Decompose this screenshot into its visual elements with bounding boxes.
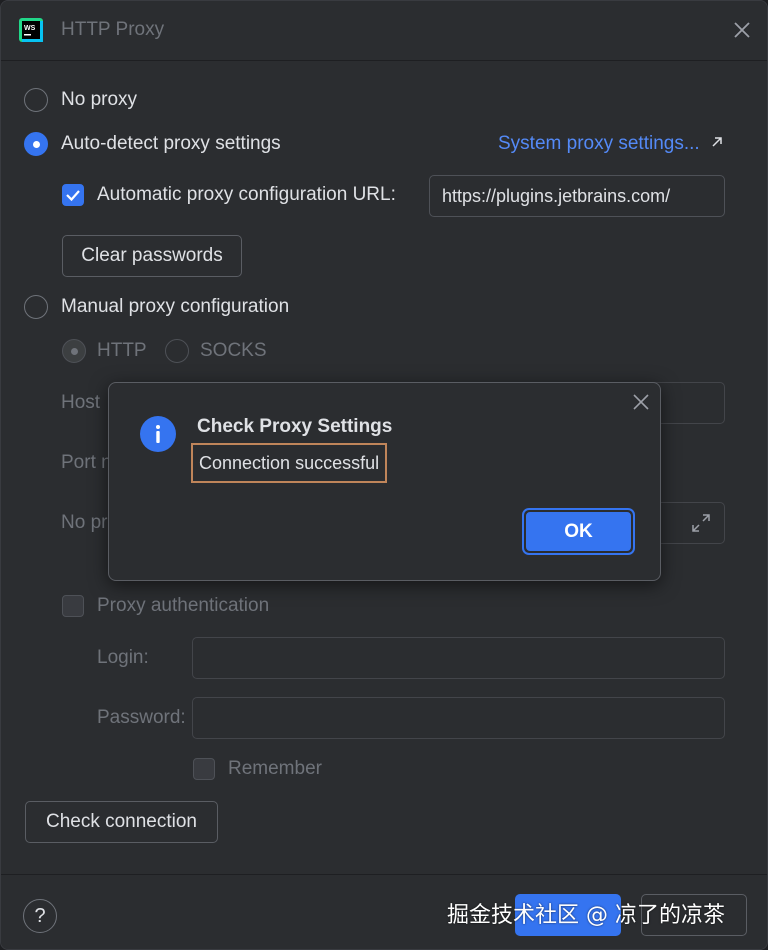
auto-config-label: Automatic proxy configuration URL: bbox=[97, 184, 396, 205]
ok-button-focus-ring: OK bbox=[522, 508, 635, 555]
close-icon[interactable] bbox=[631, 392, 651, 412]
port-label: Port n bbox=[61, 452, 112, 473]
no-proxy-label: No proxy bbox=[61, 89, 138, 110]
proxy-auth-option[interactable]: Proxy authentication bbox=[62, 595, 269, 617]
check-proxy-dialog: Check Proxy Settings Connection successf… bbox=[108, 382, 661, 581]
http-proxy-window: WS HTTP Proxy No proxy Auto-detect proxy… bbox=[0, 0, 768, 950]
remember-checkbox[interactable] bbox=[193, 758, 215, 780]
check-connection-button[interactable]: Check connection bbox=[25, 801, 218, 843]
dialog-footer: ? 掘金技术社区 @ 凉了的凉茶 bbox=[1, 874, 767, 949]
dialog-title: Check Proxy Settings bbox=[197, 416, 393, 437]
no-proxy-radio[interactable] bbox=[24, 88, 48, 112]
socks-label: SOCKS bbox=[200, 340, 267, 361]
watermark: 掘金技术社区 @ 凉了的凉茶 bbox=[447, 903, 725, 928]
manual-proxy-option[interactable]: Manual proxy configuration bbox=[24, 295, 289, 319]
checkmark-icon bbox=[65, 189, 80, 201]
proxy-auth-checkbox[interactable] bbox=[62, 595, 84, 617]
title-bar: WS HTTP Proxy bbox=[1, 1, 767, 61]
socks-radio[interactable] bbox=[165, 339, 189, 363]
system-proxy-link-label: System proxy settings... bbox=[498, 133, 700, 154]
password-label: Password: bbox=[97, 707, 186, 728]
no-proxy-option[interactable]: No proxy bbox=[24, 88, 137, 112]
manual-proxy-label: Manual proxy configuration bbox=[61, 296, 290, 317]
system-proxy-settings-link[interactable]: System proxy settings... bbox=[498, 133, 725, 155]
remember-option[interactable]: Remember bbox=[193, 758, 322, 780]
http-label: HTTP bbox=[97, 340, 147, 361]
auto-config-url-field[interactable]: https://plugins.jetbrains.com/ bbox=[429, 175, 725, 217]
remember-label: Remember bbox=[228, 758, 322, 779]
no-proxy-for-label: No pr bbox=[61, 512, 108, 533]
clear-passwords-button[interactable]: Clear passwords bbox=[62, 235, 242, 277]
password-field[interactable] bbox=[192, 697, 725, 739]
external-link-icon bbox=[712, 137, 722, 147]
login-label: Login: bbox=[97, 647, 149, 668]
auto-detect-option[interactable]: Auto-detect proxy settings bbox=[24, 132, 281, 156]
expand-icon[interactable] bbox=[690, 512, 712, 534]
info-icon bbox=[140, 416, 176, 452]
host-label: Host bbox=[61, 392, 101, 413]
http-radio[interactable] bbox=[62, 339, 86, 363]
help-button[interactable]: ? bbox=[23, 899, 57, 933]
auto-config-checkbox[interactable] bbox=[62, 184, 84, 206]
auto-config-url-option[interactable]: Automatic proxy configuration URL: bbox=[62, 184, 396, 206]
auto-detect-radio[interactable] bbox=[24, 132, 48, 156]
login-field[interactable] bbox=[192, 637, 725, 679]
help-icon: ? bbox=[34, 904, 46, 927]
webstorm-icon: WS bbox=[19, 18, 43, 42]
window-title: HTTP Proxy bbox=[61, 19, 165, 40]
manual-proxy-radio[interactable] bbox=[24, 295, 48, 319]
proxy-auth-label: Proxy authentication bbox=[97, 595, 270, 616]
ok-button[interactable]: OK bbox=[526, 512, 631, 551]
socks-option[interactable]: SOCKS bbox=[165, 339, 267, 363]
http-option[interactable]: HTTP bbox=[62, 339, 147, 363]
close-icon[interactable] bbox=[731, 19, 753, 41]
svg-text:WS: WS bbox=[24, 25, 36, 32]
auto-detect-label: Auto-detect proxy settings bbox=[61, 133, 281, 154]
dialog-message: Connection successful bbox=[191, 443, 388, 483]
